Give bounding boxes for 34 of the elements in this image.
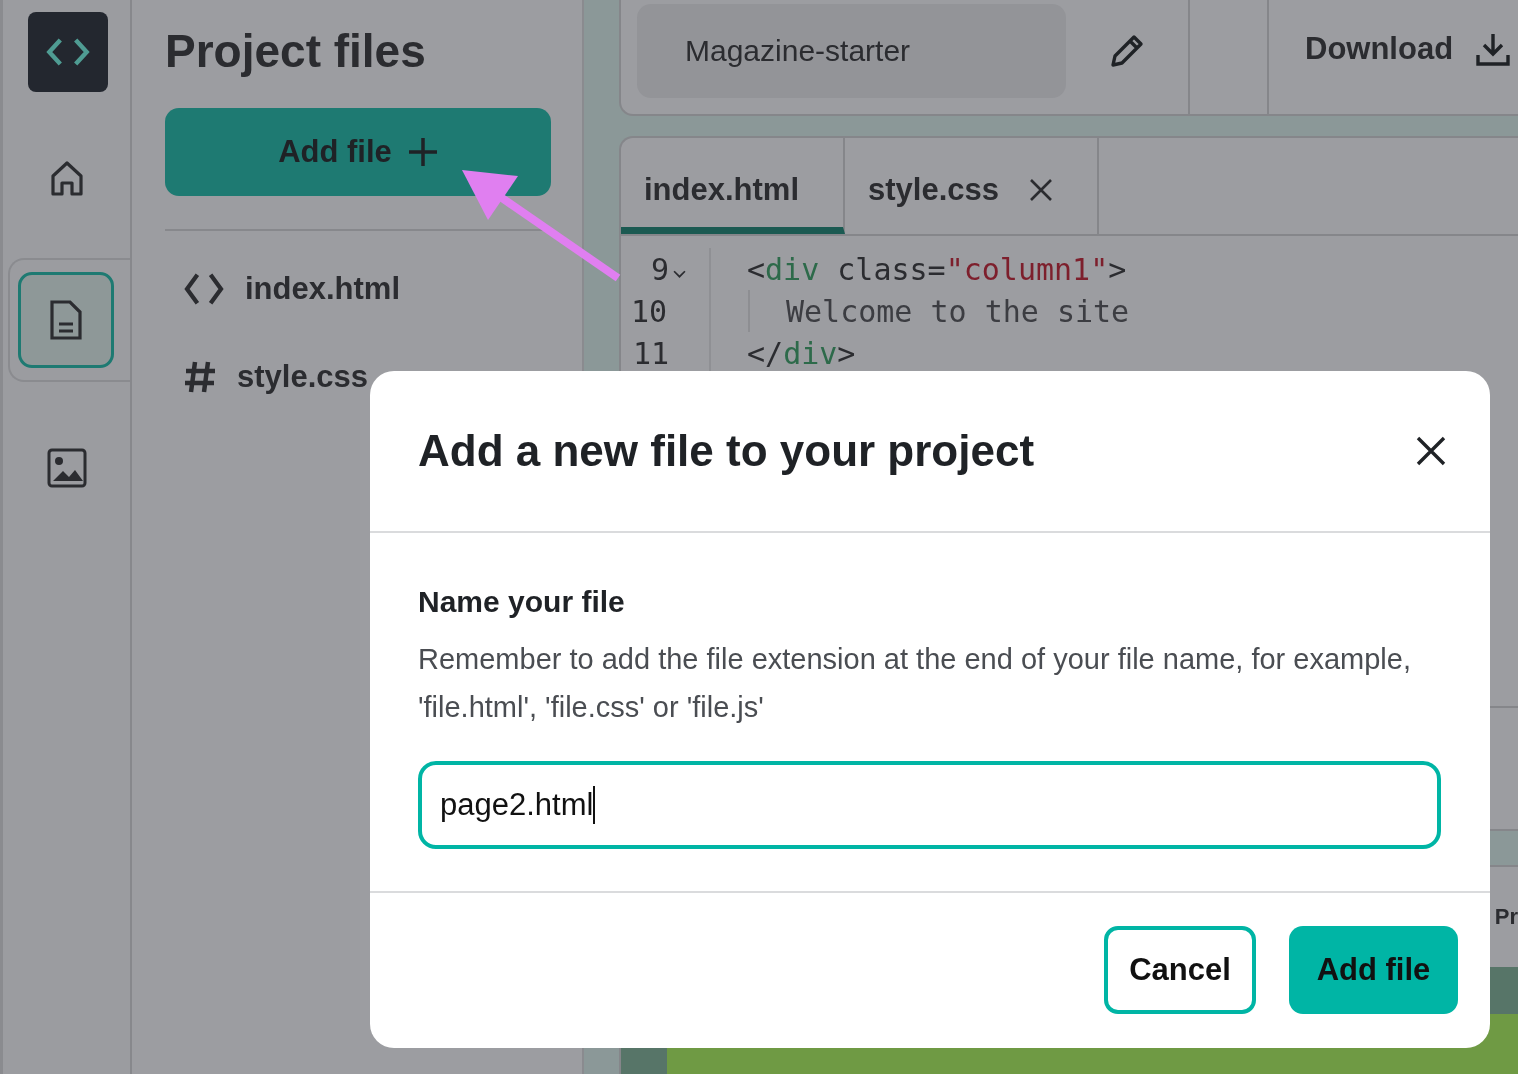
file-item[interactable]: style.css (165, 333, 550, 421)
download-icon (1475, 31, 1512, 67)
line-number: 9 (649, 251, 669, 287)
house-icon (50, 160, 84, 196)
close-icon[interactable] (1029, 178, 1053, 202)
panel-title: Project files (165, 24, 427, 79)
line-number: 11 (631, 335, 669, 371)
add-file-button[interactable]: Add file (165, 108, 551, 196)
preview-heading: Pr (1494, 904, 1518, 930)
close-icon (1416, 436, 1446, 466)
file-item[interactable]: index.html (165, 245, 550, 333)
project-name-field[interactable]: Magazine-starter (637, 4, 1066, 98)
document-icon (50, 300, 82, 340)
code-line: <div class="column1"> (746, 251, 1127, 287)
logo-icon[interactable] (28, 12, 108, 92)
field-label: Name your file (418, 585, 626, 619)
dialog-title: Add a new file to your project (418, 426, 1035, 476)
cancel-button[interactable]: Cancel (1104, 926, 1256, 1014)
file-name-input[interactable]: page2.html (418, 761, 1441, 849)
code-line: Welcome to the site (785, 293, 1130, 329)
download-button[interactable]: Download (1269, 0, 1512, 114)
line-number: 10 (631, 293, 669, 329)
plus-icon (407, 137, 438, 167)
hash-icon (183, 360, 217, 394)
code-line: </div> (746, 335, 856, 371)
file-tab[interactable]: index.html (621, 138, 845, 234)
close-button[interactable] (1416, 436, 1446, 466)
file-tab[interactable]: style.css (845, 138, 1099, 234)
chevron-down-icon[interactable] (673, 269, 686, 279)
code-icon (183, 272, 225, 306)
files-nav-button[interactable] (18, 272, 114, 368)
image-icon (47, 448, 87, 488)
help-text: Remember to add the file extension at the end of your file name, for example, 'file.html', 'file.css' or 'file.js' (418, 642, 1412, 725)
add-file-button[interactable]: Add file (1289, 926, 1458, 1014)
